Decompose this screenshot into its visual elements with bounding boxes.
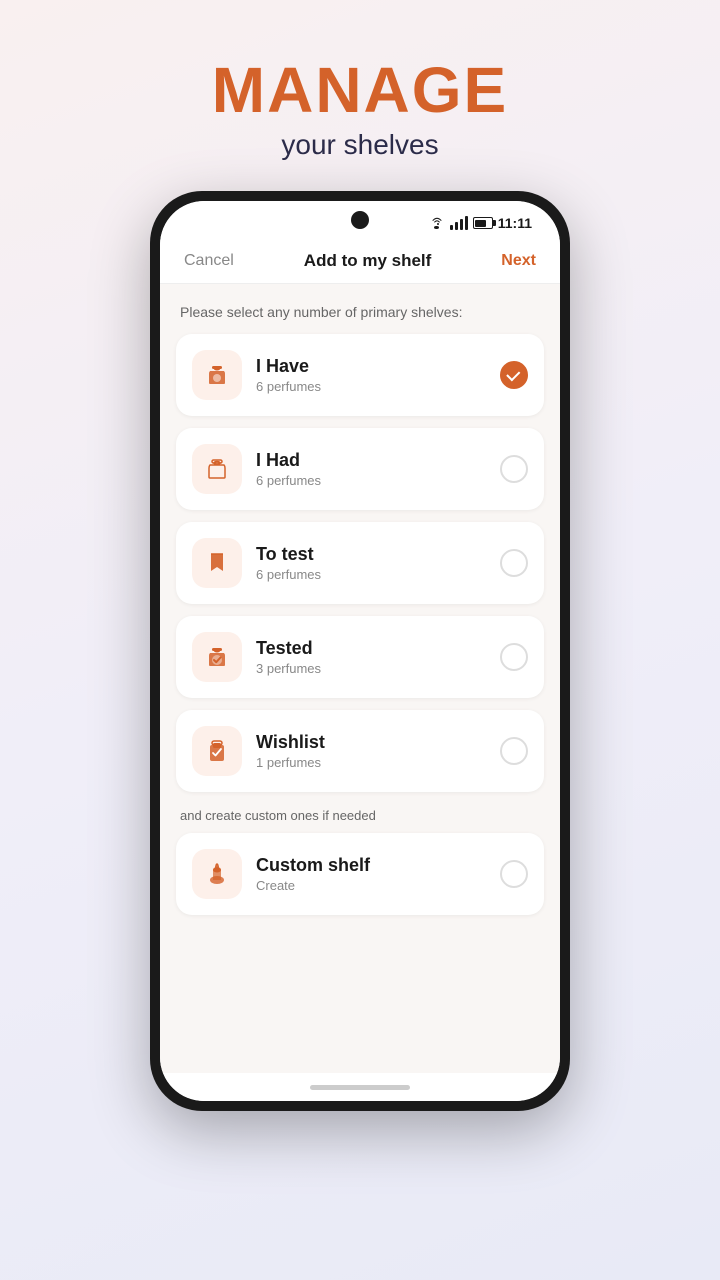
shelf-text-custom: Custom shelf Create (256, 855, 486, 893)
shelf-checkbox-i-have[interactable] (500, 361, 528, 389)
shelf-count-i-had: 6 perfumes (256, 473, 486, 488)
page-title-sub: your shelves (212, 129, 508, 161)
shelf-checkbox-to-test[interactable] (500, 549, 528, 577)
shelf-count-custom: Create (256, 878, 486, 893)
shelf-name-tested: Tested (256, 638, 486, 659)
shelf-icon-tested (192, 632, 242, 682)
signal-icon (450, 216, 468, 230)
shelf-name-i-have: I Have (256, 356, 486, 377)
shelf-icon-wishlist (192, 726, 242, 776)
shelf-icon-custom (192, 849, 242, 899)
cancel-button[interactable]: Cancel (184, 252, 234, 270)
shelf-icon-i-had (192, 444, 242, 494)
home-indicator (160, 1073, 560, 1101)
shelf-text-wishlist: Wishlist 1 perfumes (256, 732, 486, 770)
shelf-checkbox-custom[interactable] (500, 860, 528, 888)
shelf-item-i-have[interactable]: I Have 6 perfumes (176, 334, 544, 416)
shelf-count-i-have: 6 perfumes (256, 379, 486, 394)
nav-bar: Cancel Add to my shelf Next (160, 239, 560, 284)
shelf-text-to-test: To test 6 perfumes (256, 544, 486, 582)
shelf-count-wishlist: 1 perfumes (256, 755, 486, 770)
shelf-text-i-had: I Had 6 perfumes (256, 450, 486, 488)
shelf-count-to-test: 6 perfumes (256, 567, 486, 582)
shelf-name-wishlist: Wishlist (256, 732, 486, 753)
status-time: 11:11 (498, 215, 532, 231)
home-bar (310, 1085, 410, 1090)
status-bar: 11:11 (160, 201, 560, 239)
shelf-item-to-test[interactable]: To test 6 perfumes (176, 522, 544, 604)
page-title-main: MANAGE (212, 55, 508, 125)
custom-section-label: and create custom ones if needed (180, 808, 540, 823)
shelf-text-i-have: I Have 6 perfumes (256, 356, 486, 394)
status-right: 11:11 (429, 215, 532, 231)
camera-notch (351, 211, 369, 229)
shelf-checkbox-wishlist[interactable] (500, 737, 528, 765)
shelf-icon-to-test (192, 538, 242, 588)
page-header: MANAGE your shelves (212, 55, 508, 161)
shelf-checkbox-tested[interactable] (500, 643, 528, 671)
phone-screen: 11:11 Cancel Add to my shelf Next Please… (160, 201, 560, 1101)
shelf-count-tested: 3 perfumes (256, 661, 486, 676)
wifi-icon (429, 217, 445, 229)
shelf-item-wishlist[interactable]: Wishlist 1 perfumes (176, 710, 544, 792)
next-button[interactable]: Next (501, 252, 536, 270)
shelf-name-i-had: I Had (256, 450, 486, 471)
content-area: Please select any number of primary shel… (160, 284, 560, 1073)
shelf-text-tested: Tested 3 perfumes (256, 638, 486, 676)
shelf-item-i-had[interactable]: I Had 6 perfumes (176, 428, 544, 510)
shelf-name-to-test: To test (256, 544, 486, 565)
phone-frame: 11:11 Cancel Add to my shelf Next Please… (150, 191, 570, 1111)
shelf-icon-i-have (192, 350, 242, 400)
nav-title: Add to my shelf (304, 251, 432, 271)
shelf-item-tested[interactable]: Tested 3 perfumes (176, 616, 544, 698)
primary-section-label: Please select any number of primary shel… (176, 304, 544, 320)
shelf-item-custom[interactable]: Custom shelf Create (176, 833, 544, 915)
shelf-name-custom: Custom shelf (256, 855, 486, 876)
battery-icon (473, 217, 493, 229)
shelf-checkbox-i-had[interactable] (500, 455, 528, 483)
